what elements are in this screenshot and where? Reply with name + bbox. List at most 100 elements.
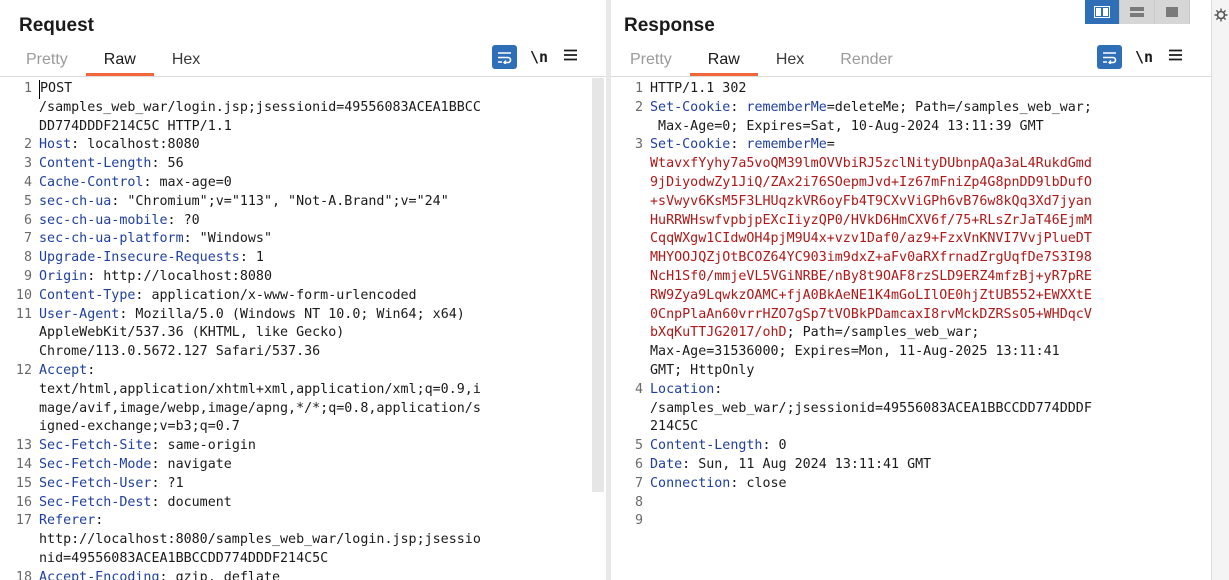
tab-hex[interactable]: Hex xyxy=(758,49,822,75)
single-pane-icon xyxy=(1166,7,1178,17)
word-wrap-icon xyxy=(498,51,512,64)
code-line: bXqKuTTJG2017/ohD; Path=/samples_web_war… xyxy=(611,324,1211,343)
word-wrap-button[interactable] xyxy=(1097,45,1122,69)
line-text: : same-origin xyxy=(151,438,256,454)
code-line: 7 sec-ch-ua-platform: "Windows" xyxy=(0,230,606,249)
line-text: /samples_web_war/login.jsp;jsessionid=49… xyxy=(39,99,481,115)
line-number xyxy=(611,193,650,212)
layout-side-by-side-button[interactable] xyxy=(1085,0,1120,24)
header-name: rememberMe xyxy=(746,137,827,153)
code-line: 5 sec-ch-ua: "Chromium";v="113", "Not-A.B… xyxy=(0,193,606,212)
header-name: Host xyxy=(39,137,72,153)
line-text: http://localhost:8080/samples_web_war/lo… xyxy=(39,532,481,548)
menu-button[interactable] xyxy=(1169,48,1183,66)
code-line: 6 Date: Sun, 11 Aug 2024 13:11:41 GMT xyxy=(611,456,1211,475)
request-editor[interactable]: 1 POST/samples_web_war/login.jsp;jsession… xyxy=(0,76,606,580)
cookie-value: MHYOOJQZjOtBCOZ64YC903im9dxZ+aFv0aRXfrna… xyxy=(650,250,1092,266)
line-content: Chrome/113.0.5672.127 Safari/537.36 xyxy=(39,343,320,362)
line-text: : Sun, 11 Aug 2024 13:11:41 GMT xyxy=(682,456,932,472)
line-content: igned-exchange;v=b3;q=0.7 xyxy=(39,418,240,437)
code-line: /samples_web_war/login.jsp;jsessionid=49… xyxy=(0,99,606,118)
code-line: 12 Accept: xyxy=(0,362,606,381)
header-name: Cache-Control xyxy=(39,174,144,190)
line-number xyxy=(611,268,650,287)
line-number xyxy=(0,550,39,569)
code-line: MHYOOJQZjOtBCOZ64YC903im9dxZ+aFv0aRXfrna… xyxy=(611,249,1211,268)
header-name: Accept xyxy=(39,362,88,378)
line-text: : Mozilla/5.0 (Windows NT 10.0; Win64; x… xyxy=(119,306,465,322)
line-text: 214C5C xyxy=(650,419,699,435)
tab-pretty[interactable]: Pretty xyxy=(615,49,690,75)
line-content: Host: localhost:8080 xyxy=(39,136,200,155)
line-content: nid=49556083ACEA1BBCCDD774DDDF214C5C xyxy=(39,550,328,569)
line-content: POST xyxy=(39,80,72,99)
cookie-value: bXqKuTTJG2017/ohD xyxy=(650,325,787,341)
line-content: Sec-Fetch-User: ?1 xyxy=(39,475,184,494)
tab-pretty[interactable]: Pretty xyxy=(0,49,86,75)
line-number: 6 xyxy=(634,456,643,472)
code-line: /samples_web_war/;jsessionid=49556083ACE… xyxy=(611,400,1211,419)
tab-raw[interactable]: Raw xyxy=(85,49,154,76)
code-line: 6 sec-ch-ua-mobile: ?0 xyxy=(0,212,606,231)
tab-hex[interactable]: Hex xyxy=(154,49,218,75)
code-line: +sVwyv6KsM5F3LHUqzkVR6oyFb4T9CXvViGPh6vB… xyxy=(611,193,1211,212)
header-name: Connection xyxy=(650,475,731,491)
line-text: Chrome/113.0.5672.127 Safari/537.36 xyxy=(39,344,321,360)
line-number: 7 xyxy=(634,475,643,491)
code-line: 3 Set-Cookie: rememberMe= xyxy=(611,136,1211,155)
line-content: text/html,application/xhtml+xml,applicat… xyxy=(39,381,481,400)
line-number xyxy=(0,400,39,419)
line-number: 1 xyxy=(23,81,32,96)
header-name: rememberMe xyxy=(746,99,827,115)
line-number: 13 xyxy=(15,438,32,454)
show-newlines-button[interactable]: \n xyxy=(1135,48,1153,66)
tab-render[interactable]: Render xyxy=(822,49,910,75)
code-line: 1 HTTP/1.1 302 xyxy=(611,80,1211,99)
code-line: Chrome/113.0.5672.127 Safari/537.36 xyxy=(0,343,606,362)
line-number: 17 xyxy=(15,513,32,529)
code-line: CqqWXgw1CIdwOH4pjM9U4x+vzv1Daf0/az9+FzxV… xyxy=(611,230,1211,249)
line-number xyxy=(0,418,39,437)
header-name: Sec-Fetch-Site xyxy=(39,438,152,454)
line-content: Max-Age=31536000; Expires=Mon, 11-Aug-20… xyxy=(650,343,1060,362)
layout-single-button[interactable] xyxy=(1155,0,1190,24)
menu-button[interactable] xyxy=(564,48,578,66)
header-name: Content-Type xyxy=(39,287,136,303)
header-name: Date xyxy=(650,456,683,472)
cookie-value: +sVwyv6KsM5F3LHUqzkVR6oyFb4T9CXvViGPh6vB… xyxy=(650,193,1092,209)
line-content: http://localhost:8080/samples_web_war/lo… xyxy=(39,531,481,550)
line-text: : navigate xyxy=(151,456,232,472)
code-line: nid=49556083ACEA1BBCCDD774DDDF214C5C xyxy=(0,550,606,569)
line-text: : gzip, deflate xyxy=(159,569,281,580)
tab-raw[interactable]: Raw xyxy=(689,49,758,76)
line-content: GMT; HttpOnly xyxy=(650,362,754,381)
code-line: 9 xyxy=(611,512,1211,531)
show-newlines-button[interactable]: \n xyxy=(530,48,548,66)
line-text: : application/x-www-form-urlencoded xyxy=(135,287,417,303)
layout-stacked-button[interactable] xyxy=(1120,0,1155,24)
line-text: mage/avif,image/webp,image/apng,*/*;q=0.… xyxy=(39,400,481,416)
word-wrap-button[interactable] xyxy=(492,45,517,69)
request-scrollbar[interactable] xyxy=(592,78,604,492)
header-name: Sec-Fetch-User xyxy=(39,475,152,491)
code-line: DD774DDDF214C5C HTTP/1.1 xyxy=(0,118,606,137)
line-text: : 0 xyxy=(762,438,787,454)
code-line: 4 Location: xyxy=(611,381,1211,400)
header-name: sec-ch-ua-platform xyxy=(39,231,184,247)
line-text: : "Windows" xyxy=(183,231,272,247)
line-number xyxy=(0,343,39,362)
line-content: MHYOOJQZjOtBCOZ64YC903im9dxZ+aFv0aRXfrna… xyxy=(650,249,1092,268)
code-line: 17 Referer: xyxy=(0,512,606,531)
response-editor[interactable]: 1 HTTP/1.1 302 2 Set-Cookie: rememberMe=del… xyxy=(611,76,1211,580)
inspector-side-strip[interactable] xyxy=(1211,0,1229,580)
line-text: text/html,application/xhtml+xml,applicat… xyxy=(39,381,481,397)
line-number xyxy=(0,324,39,343)
code-line: 16 Sec-Fetch-Dest: document xyxy=(0,494,606,513)
line-text: : xyxy=(87,362,96,378)
line-content: sec-ch-ua: "Chromium";v="113", "Not-A.Br… xyxy=(39,193,449,212)
line-content: Set-Cookie: rememberMe= xyxy=(650,136,835,155)
line-number: 3 xyxy=(23,156,32,172)
line-content: 9jDiyodwZy1JiQ/ZAx2i76SOepmJvd+Iz67mFniZ… xyxy=(650,174,1092,193)
line-number xyxy=(611,343,650,362)
code-line: 4 Cache-Control: max-age=0 xyxy=(0,174,606,193)
